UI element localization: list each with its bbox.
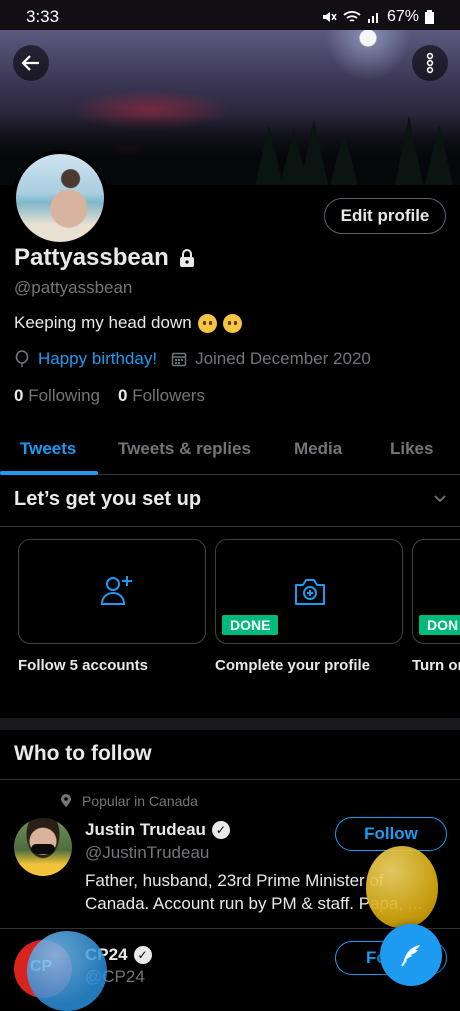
follow-context: Popular in Canada — [60, 793, 198, 809]
bio-text: Keeping my head down — [14, 313, 192, 332]
wifi-icon — [343, 11, 361, 22]
following-count: 0 — [14, 386, 24, 405]
mute-icon — [322, 12, 337, 22]
chevron-down-icon[interactable] — [432, 490, 448, 506]
profile-avatar[interactable] — [12, 150, 108, 246]
signal-icon — [367, 13, 378, 23]
status-time: 3:33 — [26, 7, 60, 26]
followers-count: 0 — [118, 386, 128, 405]
birthday-balloon-blue — [27, 931, 107, 1011]
profile-meta: Happy birthday! Joined December 2020 — [14, 349, 371, 369]
divider — [0, 928, 460, 929]
setup-card-label: Turn or — [412, 657, 460, 674]
camera-add-icon — [295, 579, 325, 605]
divider — [0, 779, 460, 780]
user-name-text: Justin Trudeau — [85, 820, 206, 839]
context-label: Popular in Canada — [82, 793, 198, 809]
edit-profile-button[interactable]: Edit profile — [324, 198, 446, 234]
following-link[interactable]: 0 Following — [14, 386, 100, 406]
profile-name-row: Pattyassbean — [14, 244, 197, 272]
status-bar: 3:33 67% — [0, 0, 460, 34]
section-divider — [0, 718, 460, 730]
user-avatar[interactable] — [14, 818, 72, 876]
calendar-icon — [171, 352, 187, 367]
tab-tweets[interactable]: Tweets — [20, 424, 76, 474]
no-mouth-face-emoji-icon — [197, 313, 217, 333]
back-arrow-icon — [21, 55, 39, 71]
user-name[interactable]: Justin Trudeau ✓ — [85, 820, 230, 840]
done-badge: DON — [419, 615, 460, 635]
feather-quill-icon — [401, 945, 420, 967]
location-pin-icon — [61, 794, 71, 807]
compose-tweet-button[interactable] — [380, 924, 442, 986]
following-label: Following — [28, 386, 101, 405]
birthday-balloon-yellow — [366, 846, 438, 928]
who-to-follow-title: Who to follow — [14, 742, 152, 765]
setup-card-label: Follow 5 accounts — [18, 657, 149, 674]
balloon-icon — [15, 350, 29, 367]
profile-tabs: Tweets Tweets & replies Media Likes — [0, 424, 460, 475]
status-icons: 67% — [321, 8, 434, 26]
profile-handle: @pattyassbean — [14, 278, 133, 297]
joined-date: Joined December 2020 — [195, 349, 371, 368]
follow-button[interactable]: Follow — [335, 817, 447, 851]
battery-percent: 67% — [386, 8, 419, 25]
lock-icon — [179, 249, 194, 267]
setup-card-follow-accounts[interactable] — [18, 539, 206, 644]
setup-card-complete-profile[interactable]: DONE — [215, 539, 403, 644]
battery-icon — [425, 10, 434, 24]
profile-bio: Keeping my head down — [14, 313, 242, 333]
back-button[interactable] — [13, 45, 49, 81]
no-mouth-face-emoji-icon — [222, 313, 242, 333]
done-badge: DONE — [222, 615, 279, 635]
followers-link[interactable]: 0 Followers — [118, 386, 205, 406]
setup-card-label: Complete your profile — [215, 657, 371, 674]
verified-badge-icon: ✓ — [211, 821, 230, 839]
setup-card-partial[interactable]: DON — [412, 539, 460, 644]
follow-counts: 0 Following 0 Followers — [14, 386, 205, 406]
more-vertical-icon — [426, 52, 434, 74]
verified-badge-icon: ✓ — [133, 946, 152, 964]
display-name: Pattyassbean — [14, 244, 169, 271]
user-handle: @JustinTrudeau — [85, 843, 210, 862]
add-user-icon — [100, 576, 132, 605]
setup-title: Let’s get you set up — [14, 488, 202, 510]
active-tab-indicator — [0, 471, 98, 475]
birthday-link[interactable]: Happy birthday! — [38, 349, 157, 369]
tab-tweets-replies[interactable]: Tweets & replies — [118, 424, 251, 474]
tab-likes[interactable]: Likes — [390, 424, 433, 474]
tab-media[interactable]: Media — [294, 424, 342, 474]
divider — [0, 526, 460, 527]
followers-label: Followers — [132, 386, 205, 405]
face-mask — [31, 844, 55, 854]
more-options-button[interactable] — [412, 45, 448, 81]
